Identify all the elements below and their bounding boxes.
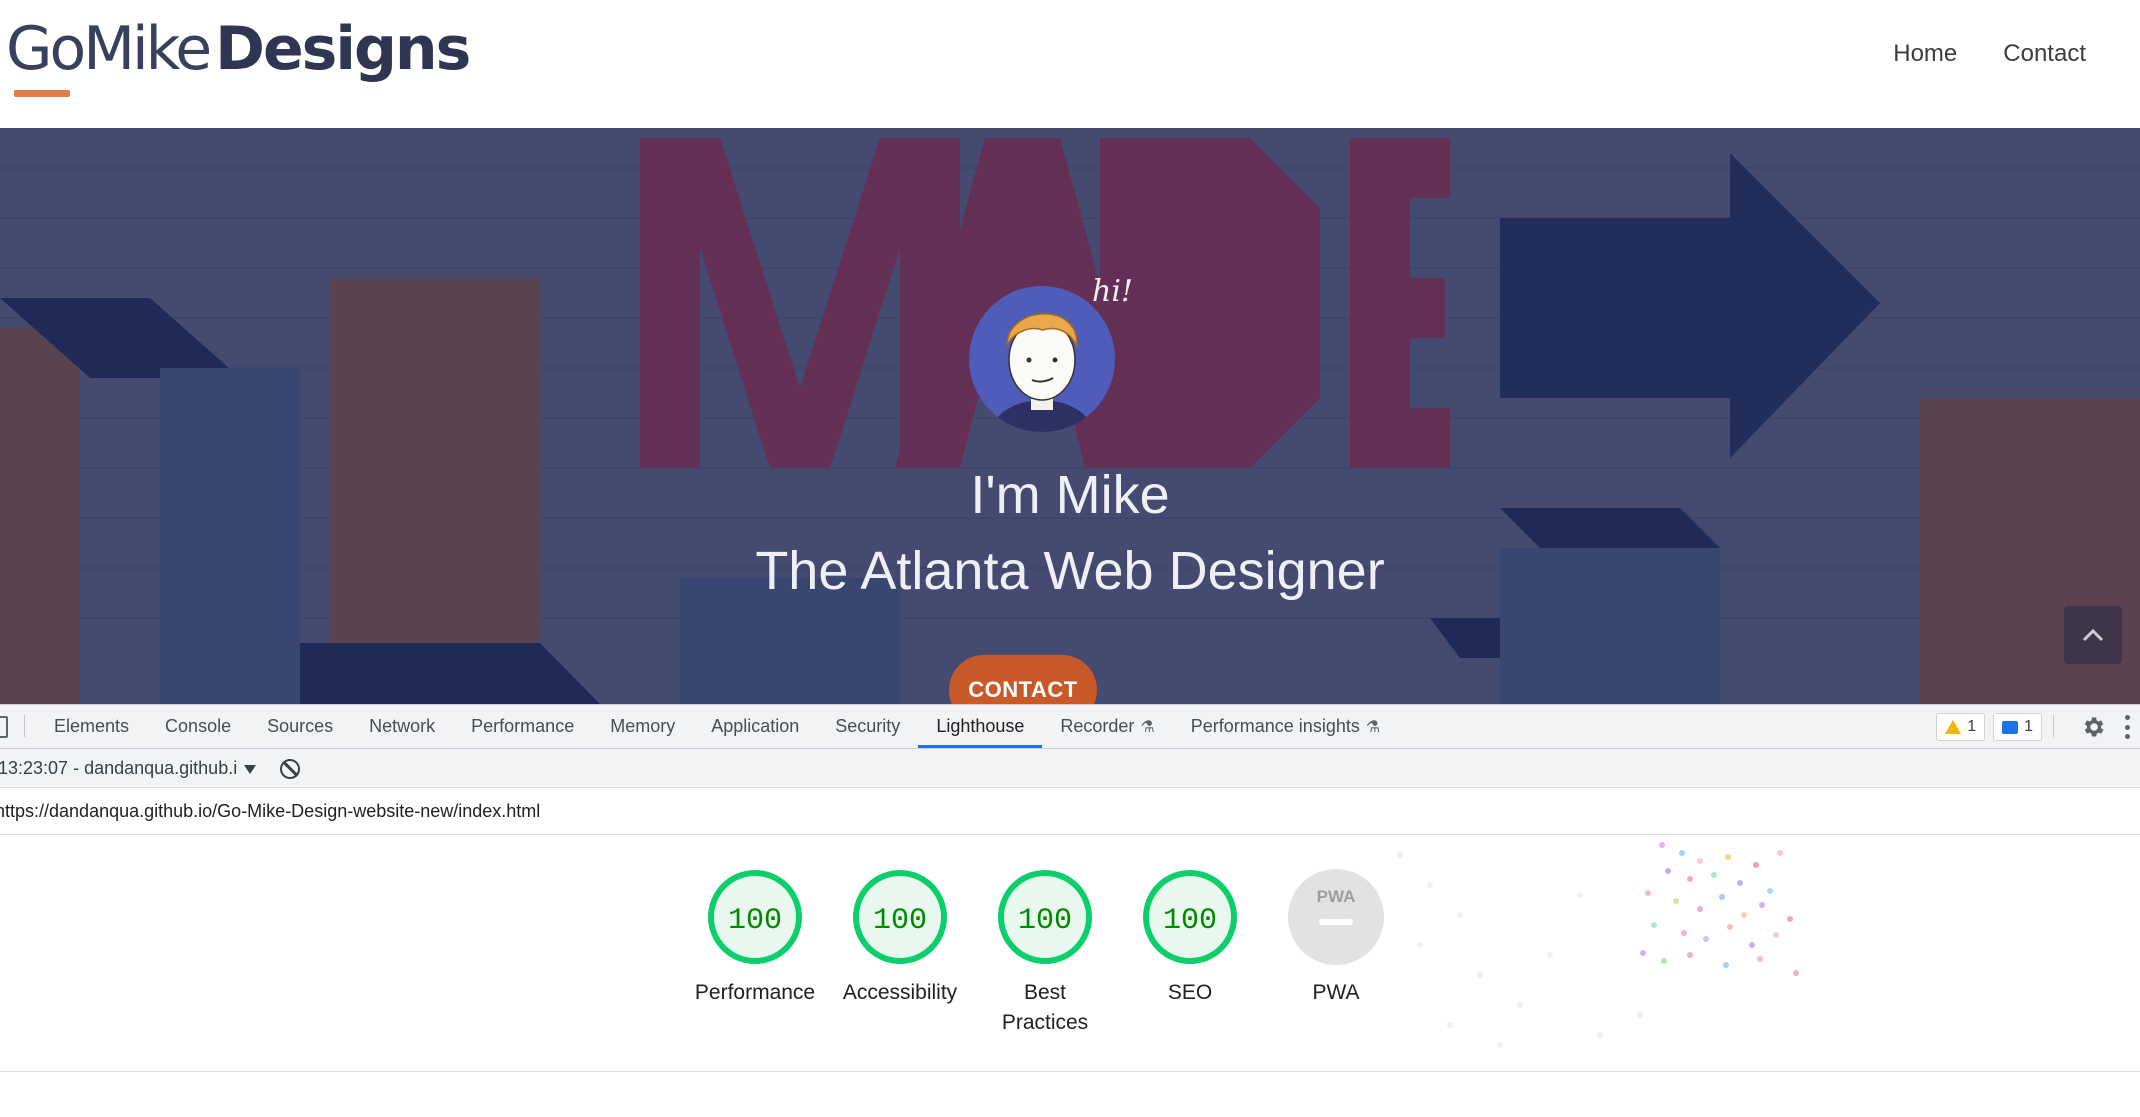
devtools-panel: Elements Console Sources Network Perform…	[0, 704, 2140, 1117]
main-nav: Home Contact	[1893, 40, 2086, 68]
hero-name-heading: I'm Mike	[970, 465, 1170, 525]
score-value: 100	[1163, 904, 1217, 938]
tab-performance-insights-label: Performance insights	[1190, 716, 1360, 736]
site-header: GoMike Designs Home Contact	[0, 0, 2140, 128]
score-label: SEO	[1167, 981, 1213, 1004]
devtools-tabs: Elements Console Sources Network Perform…	[36, 705, 1398, 748]
score-ring: 100	[708, 870, 802, 964]
score-ring: 100	[853, 870, 947, 964]
logo-designs-text: Designs	[215, 14, 471, 84]
pwa-icon: PWA	[1288, 869, 1384, 965]
hi-speech-text: hi!	[1092, 274, 1133, 309]
tab-lighthouse[interactable]: Lighthouse	[918, 705, 1043, 748]
hero-section: hi! I'm Mike The Atlanta Web Designer CO…	[0, 128, 2140, 704]
hero-tagline: The Atlanta Web Designer	[755, 541, 1385, 601]
score-value: 100	[1018, 904, 1072, 938]
logo-underline	[14, 90, 70, 97]
device-toolbar-icon[interactable]	[0, 716, 8, 738]
tab-recorder-label: Recorder	[1060, 716, 1135, 736]
chevron-up-icon	[2082, 628, 2104, 642]
logo-go-text: Go	[6, 14, 86, 84]
issue-badges: 1 1	[1936, 713, 2042, 741]
tab-recorder[interactable]: Recorder ⚗	[1042, 705, 1172, 748]
tab-memory[interactable]: Memory	[592, 705, 693, 748]
message-icon	[2002, 720, 2019, 734]
tab-performance[interactable]: Performance	[453, 705, 592, 748]
warning-icon	[1945, 720, 1962, 734]
flask-icon: ⚗	[1365, 719, 1381, 736]
score-value: 100	[728, 904, 782, 938]
lighthouse-toolbar: 13:23:07 - dandanqua.github.io	[0, 749, 2140, 788]
flask-icon: ⚗	[1140, 719, 1155, 736]
nav-contact-link[interactable]: Contact	[2003, 40, 2086, 68]
score-gauge-pwa[interactable]: PWA PWA	[1261, 869, 1411, 1008]
devtools-tabbar: Elements Console Sources Network Perform…	[0, 705, 2140, 749]
score-label: Best Practices	[1001, 981, 1089, 1034]
score-gauge-best-practices[interactable]: 100 Best Practices	[970, 869, 1120, 1038]
tab-security[interactable]: Security	[817, 705, 918, 748]
scroll-to-top-button[interactable]	[2064, 606, 2122, 664]
tab-sources[interactable]: Sources	[249, 705, 351, 748]
tab-application[interactable]: Application	[693, 705, 817, 748]
score-ring: 100	[998, 870, 1092, 964]
chevron-down-icon	[244, 764, 256, 774]
logo-mike-text: Mike	[83, 14, 212, 84]
contact-button[interactable]: CONTACT	[949, 655, 1097, 704]
report-selector[interactable]: 13:23:07 - dandanqua.github.io	[0, 749, 256, 787]
pwa-badge-text: PWA	[1317, 887, 1356, 906]
score-ring: 100	[1143, 870, 1237, 964]
nav-home-link[interactable]: Home	[1893, 40, 1957, 68]
warnings-badge[interactable]: 1	[1936, 713, 1986, 741]
score-gauge-accessibility[interactable]: 100 Accessibility	[825, 869, 975, 1008]
clear-reports-icon[interactable]	[280, 759, 300, 779]
score-label: Performance	[694, 981, 816, 1004]
gear-icon[interactable]	[2080, 714, 2106, 740]
messages-count: 1	[2024, 718, 2033, 735]
tabbar-divider	[2053, 715, 2054, 737]
messages-badge[interactable]: 1	[1993, 713, 2042, 741]
tabbar-divider	[24, 715, 25, 737]
warnings-count: 1	[1967, 718, 1977, 735]
tab-console[interactable]: Console	[147, 705, 249, 748]
score-gauge-performance[interactable]: 100 Performance	[680, 869, 830, 1008]
score-label: PWA	[1312, 981, 1360, 1004]
score-label: Accessibility	[842, 981, 958, 1004]
tab-elements[interactable]: Elements	[36, 705, 147, 748]
score-gauge-seo[interactable]: 100 SEO	[1115, 869, 1265, 1008]
tab-performance-insights[interactable]: Performance insights ⚗	[1173, 705, 1398, 748]
lighthouse-scores: 100 Performance 100 Accessibility 100 Be…	[0, 835, 2140, 1072]
tab-network[interactable]: Network	[351, 705, 453, 748]
report-url: https://dandanqua.github.io/Go-Mike-Desi…	[0, 801, 541, 821]
report-selector-text: 13:23:07 - dandanqua.github.io	[0, 758, 238, 778]
more-options-icon[interactable]	[2124, 715, 2130, 739]
site-logo[interactable]: GoMike Designs	[6, 14, 471, 97]
report-url-bar: https://dandanqua.github.io/Go-Mike-Desi…	[0, 788, 2140, 835]
score-value: 100	[873, 904, 927, 938]
